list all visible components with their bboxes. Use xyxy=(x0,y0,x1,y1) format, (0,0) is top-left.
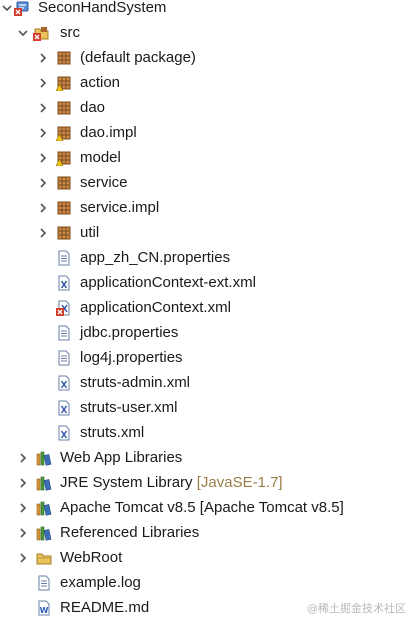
chevron-right-icon[interactable] xyxy=(16,501,30,515)
package-icon xyxy=(56,175,72,191)
library-node[interactable]: Web App Libraries xyxy=(0,445,418,470)
library-label: Apache Tomcat v8.5 [Apache Tomcat v8.5] xyxy=(60,499,344,516)
library-node[interactable]: JRE System Library [JavaSE-1.7] xyxy=(0,470,418,495)
chevron-right-icon[interactable] xyxy=(36,101,50,115)
package-label: service xyxy=(80,174,128,191)
file-label: jdbc.properties xyxy=(80,324,179,341)
source-folder-node[interactable]: src xyxy=(0,20,418,45)
package-icon xyxy=(56,225,72,241)
package-node[interactable]: dao xyxy=(0,95,418,120)
library-label: Web App Libraries xyxy=(60,449,183,466)
library-version-suffix: [JavaSE-1.7] xyxy=(196,474,283,491)
xml-file-icon xyxy=(56,400,72,416)
file-label: applicationContext.xml xyxy=(80,299,231,316)
chevron-right-icon[interactable] xyxy=(36,126,50,140)
svg-text:W: W xyxy=(40,606,49,615)
file-label: app_zh_CN.properties xyxy=(80,249,231,266)
package-label: dao.impl xyxy=(80,124,137,141)
library-icon xyxy=(36,450,52,466)
xml-file-icon xyxy=(56,425,72,441)
package-warning-icon xyxy=(56,75,72,91)
file-label: README.md xyxy=(60,599,150,616)
word-file-icon: W xyxy=(36,600,52,616)
package-node[interactable]: action xyxy=(0,70,418,95)
package-label: model xyxy=(80,149,121,166)
source-folder-name: src xyxy=(60,24,80,41)
file-label: struts.xml xyxy=(80,424,145,441)
package-label: service.impl xyxy=(80,199,160,216)
chevron-right-icon[interactable] xyxy=(36,151,50,165)
folder-label: WebRoot xyxy=(60,549,123,566)
source-folder-error-icon xyxy=(33,25,49,41)
file-node[interactable]: applicationContext-ext.xml xyxy=(0,270,418,295)
properties-file-icon xyxy=(56,325,72,341)
folder-node[interactable]: WebRoot xyxy=(0,545,418,570)
chevron-right-icon[interactable] xyxy=(16,551,30,565)
watermark: @稀土掘金技术社区 xyxy=(307,602,406,615)
file-node[interactable]: struts-admin.xml xyxy=(0,370,418,395)
file-node[interactable]: example.log xyxy=(0,570,418,595)
package-warning-icon xyxy=(56,125,72,141)
project-node[interactable]: SeconHandSystem xyxy=(0,0,418,20)
package-node[interactable]: (default package) xyxy=(0,45,418,70)
package-node[interactable]: service.impl xyxy=(0,195,418,220)
library-icon xyxy=(36,475,52,491)
chevron-right-icon[interactable] xyxy=(16,526,30,540)
library-icon xyxy=(36,500,52,516)
properties-file-icon xyxy=(56,350,72,366)
package-node[interactable]: util xyxy=(0,220,418,245)
file-node[interactable]: log4j.properties xyxy=(0,345,418,370)
library-icon xyxy=(36,525,52,541)
text-file-icon xyxy=(36,575,52,591)
package-warning-icon xyxy=(56,150,72,166)
xml-file-icon xyxy=(56,375,72,391)
package-icon xyxy=(56,200,72,216)
file-node[interactable]: jdbc.properties xyxy=(0,320,418,345)
library-label: JRE System Library [JavaSE-1.7] xyxy=(60,470,283,495)
chevron-right-icon[interactable] xyxy=(36,176,50,190)
chevron-right-icon[interactable] xyxy=(36,201,50,215)
package-icon xyxy=(56,100,72,116)
project-name: SeconHandSystem xyxy=(38,0,167,16)
library-name: JRE System Library xyxy=(60,474,193,491)
chevron-right-icon[interactable] xyxy=(16,451,30,465)
package-label: util xyxy=(80,224,100,241)
package-node[interactable]: dao.impl xyxy=(0,120,418,145)
library-label: Referenced Libraries xyxy=(60,524,200,541)
file-label: log4j.properties xyxy=(80,349,183,366)
file-node[interactable]: applicationContext.xml xyxy=(0,295,418,320)
chevron-right-icon[interactable] xyxy=(36,226,50,240)
folder-icon xyxy=(36,550,52,566)
file-node[interactable]: struts.xml xyxy=(0,420,418,445)
package-node[interactable]: model xyxy=(0,145,418,170)
file-label: struts-admin.xml xyxy=(80,374,191,391)
chevron-right-icon[interactable] xyxy=(36,51,50,65)
package-node[interactable]: service xyxy=(0,170,418,195)
file-label: example.log xyxy=(60,574,141,591)
chevron-right-icon[interactable] xyxy=(36,76,50,90)
xml-file-icon xyxy=(56,275,72,291)
file-node[interactable]: struts-user.xml xyxy=(0,395,418,420)
file-node[interactable]: app_zh_CN.properties xyxy=(0,245,418,270)
package-label: action xyxy=(80,74,121,91)
package-explorer-tree: SeconHandSystem src (default package) ac… xyxy=(0,0,418,626)
package-label: (default package) xyxy=(80,49,196,66)
package-label: dao xyxy=(80,99,106,116)
xml-file-error-icon xyxy=(56,300,72,316)
project-error-icon xyxy=(14,0,30,16)
file-label: struts-user.xml xyxy=(80,399,178,416)
chevron-down-icon[interactable] xyxy=(0,1,14,15)
library-node[interactable]: Apache Tomcat v8.5 [Apache Tomcat v8.5] xyxy=(0,495,418,520)
chevron-right-icon[interactable] xyxy=(16,476,30,490)
library-node[interactable]: Referenced Libraries xyxy=(0,520,418,545)
package-icon xyxy=(56,50,72,66)
chevron-down-icon[interactable] xyxy=(16,26,30,40)
properties-file-icon xyxy=(56,250,72,266)
file-label: applicationContext-ext.xml xyxy=(80,274,256,291)
